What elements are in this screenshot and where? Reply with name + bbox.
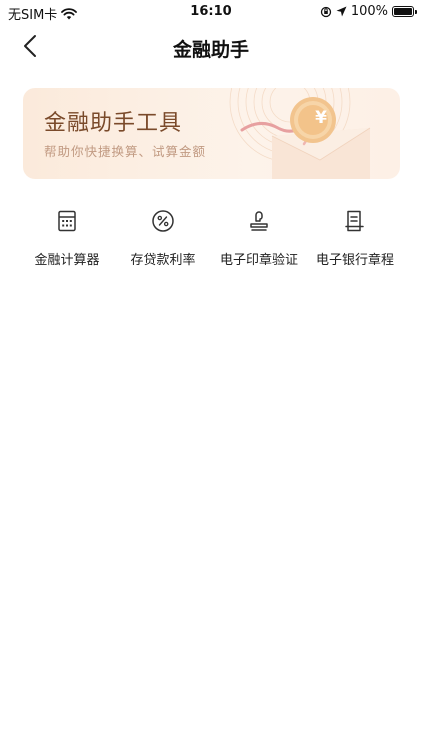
percent-icon (152, 210, 174, 232)
tool-deposit-loan-rate[interactable]: 存贷款利率 (110, 200, 216, 280)
nav-bar: 金融助手 (0, 24, 422, 68)
location-icon (336, 6, 347, 17)
coin-symbol: ¥ (315, 108, 327, 128)
battery-icon (392, 6, 417, 17)
battery-percent: 100% (350, 4, 388, 19)
orientation-lock-icon (320, 6, 331, 17)
tool-label: 金融计算器 (34, 253, 100, 268)
banner-title: 金融助手工具 (44, 111, 183, 136)
calculator-icon (58, 210, 76, 232)
tool-e-banking-charter[interactable]: 电子银行章程 (302, 200, 408, 280)
status-right: 100% (320, 4, 417, 19)
tool-label: 存贷款利率 (130, 253, 196, 268)
tool-e-seal-verification[interactable]: 电子印章验证 (206, 200, 312, 280)
tool-label: 电子银行章程 (315, 253, 394, 268)
banner-subtitle: 帮助你快捷换算、试算金额 (44, 144, 207, 159)
tool-label: 电子印章验证 (219, 253, 298, 268)
finance-tools-banner[interactable]: 金融助手工具 帮助你快捷换算、试算金额 ¥ (23, 88, 400, 179)
coin-envelope-illustration (229, 88, 371, 179)
tool-financial-calculator[interactable]: 金融计算器 (14, 200, 120, 280)
status-bar: 无SIM卡 16:10 100% (0, 0, 422, 24)
stamp-icon (250, 211, 268, 231)
document-icon (345, 210, 364, 232)
tools-grid: 金融计算器 存贷款利率 电子印章验证 电子银行章程 (0, 200, 422, 280)
page-title: 金融助手 (172, 39, 249, 61)
